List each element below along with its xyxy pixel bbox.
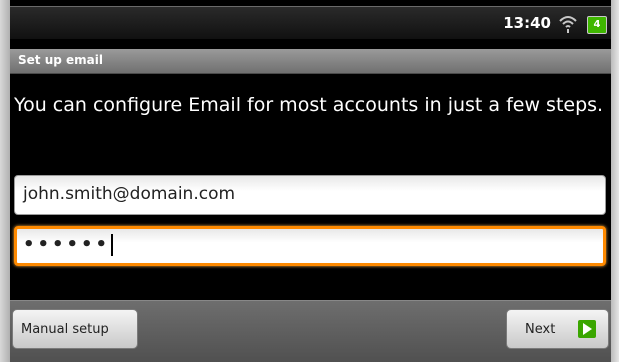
text-caret bbox=[111, 234, 114, 256]
button-bar: Manual setup Next bbox=[10, 300, 611, 362]
status-bar: 13:40 4 bbox=[10, 6, 611, 39]
page-title: Set up email bbox=[18, 53, 103, 67]
status-time: 13:40 bbox=[503, 14, 551, 32]
title-bar: Set up email bbox=[10, 49, 611, 74]
manual-setup-button[interactable]: Manual setup bbox=[12, 309, 138, 349]
password-dots: •••••• bbox=[23, 234, 111, 255]
password-value: •••••• bbox=[23, 234, 114, 256]
next-arrow-icon bbox=[578, 320, 596, 338]
battery-icon: 4 bbox=[587, 16, 607, 34]
email-field[interactable]: john.smith@domain.com bbox=[14, 175, 606, 215]
intro-text: You can configure Email for most account… bbox=[14, 94, 604, 116]
email-value: john.smith@domain.com bbox=[23, 184, 236, 204]
next-button[interactable]: Next bbox=[506, 309, 609, 349]
battery-level: 4 bbox=[593, 19, 601, 30]
wifi-icon bbox=[559, 16, 577, 33]
manual-setup-label: Manual setup bbox=[21, 322, 109, 337]
left-edge bbox=[0, 0, 10, 362]
screen: 13:40 4 Set up email You can configure E… bbox=[0, 0, 619, 362]
password-field[interactable]: •••••• bbox=[14, 226, 606, 266]
next-label: Next bbox=[525, 322, 556, 337]
right-edge bbox=[611, 0, 619, 362]
